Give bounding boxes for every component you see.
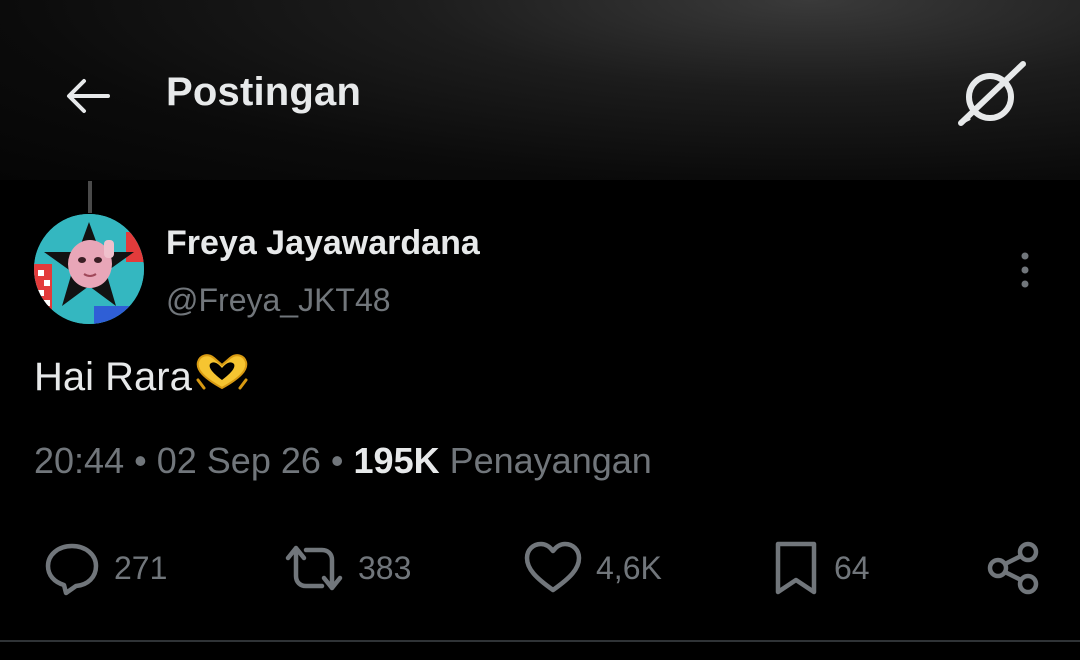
meta-separator: • <box>134 440 147 481</box>
repost-icon <box>285 545 343 591</box>
reply-icon <box>45 543 99 596</box>
reply-button[interactable]: 271 <box>42 536 167 600</box>
more-vertical-icon <box>1021 252 1029 288</box>
back-button[interactable] <box>60 72 116 120</box>
heart-hands-emoji <box>194 352 250 402</box>
divider <box>0 640 1080 642</box>
post-time: 20:44 <box>34 440 125 481</box>
meta-separator: • <box>330 440 344 481</box>
page-title: Postingan <box>166 70 362 114</box>
share-icon <box>987 541 1039 595</box>
grok-icon <box>958 61 1026 126</box>
repost-count: 383 <box>358 549 412 586</box>
bookmark-icon <box>775 541 817 595</box>
post-meta: 20:44 • 02 Sep 26 • 195K Penayangan <box>34 440 652 482</box>
bookmark-count: 64 <box>834 549 870 586</box>
like-count: 4,6K <box>596 549 662 586</box>
repost-button[interactable]: 383 <box>282 536 411 600</box>
avatar[interactable] <box>34 214 144 324</box>
views-label[interactable]: Penayangan <box>450 440 652 481</box>
top-bar: Postingan <box>0 0 1080 180</box>
action-bar: 271 383 4,6K 64 <box>0 536 1080 600</box>
like-button[interactable]: 4,6K <box>522 536 662 600</box>
author-handle[interactable]: @Freya_JKT48 <box>166 282 391 319</box>
thread-connector-line <box>88 181 92 213</box>
heart-icon <box>524 541 582 593</box>
grok-button[interactable] <box>956 60 1028 128</box>
share-button[interactable] <box>984 536 1044 600</box>
author-display-name[interactable]: Freya Jayawardana <box>166 224 480 263</box>
more-options-button[interactable] <box>1000 248 1050 292</box>
arrow-left-icon <box>67 79 110 113</box>
post-date: 02 Sep 26 <box>156 440 321 481</box>
bookmark-button[interactable]: 64 <box>770 536 870 600</box>
post-text: Hai Rara <box>34 352 250 402</box>
views-count[interactable]: 195K <box>354 440 440 481</box>
post-text-content: Hai Rara <box>34 354 192 399</box>
avatar-image <box>34 214 144 324</box>
reply-count: 271 <box>114 549 168 586</box>
